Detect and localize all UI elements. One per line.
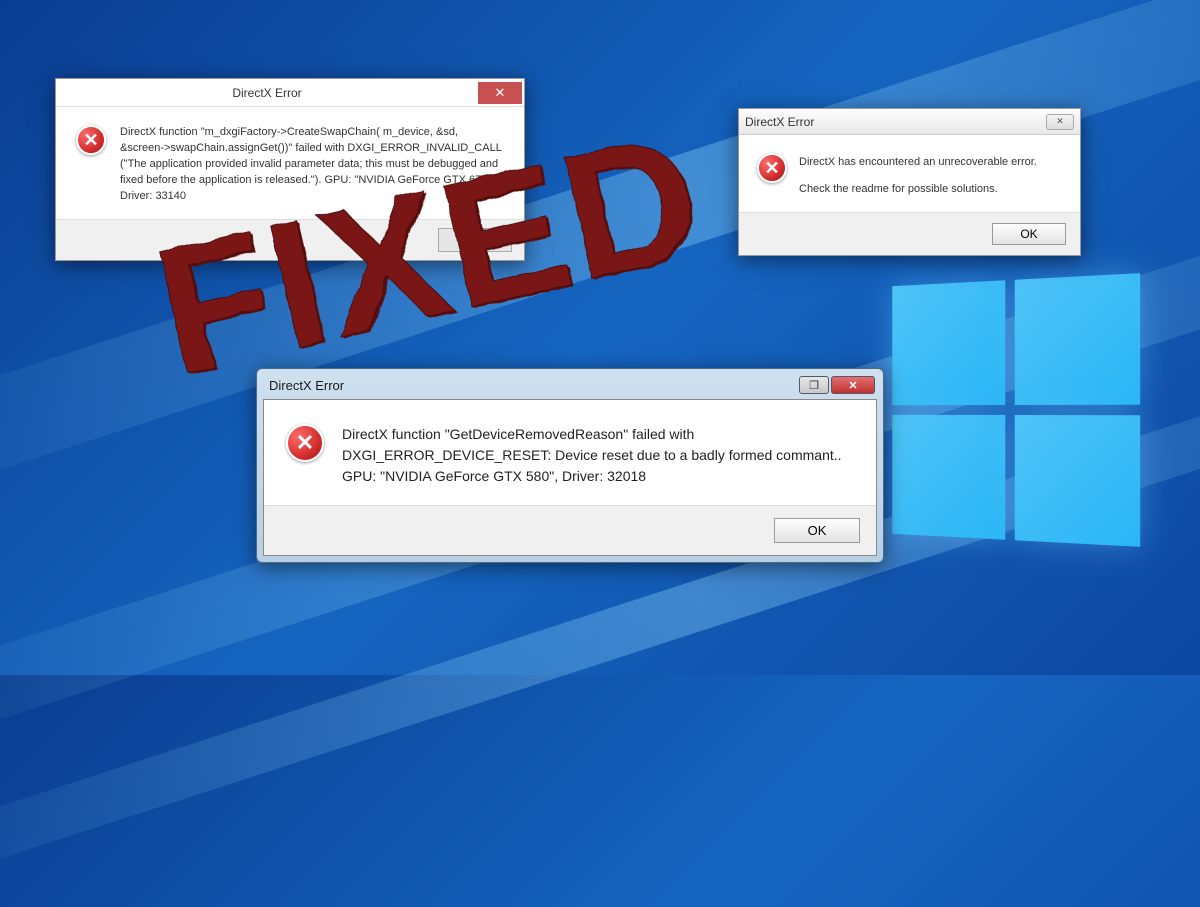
dialog-title: DirectX Error <box>269 378 797 393</box>
ok-button[interactable]: OK <box>992 223 1066 245</box>
windows-logo <box>892 273 1140 547</box>
titlebar[interactable]: DirectX Error ✕ <box>56 79 524 107</box>
error-line-2: Check the readme for possible solutions. <box>799 180 1037 199</box>
error-line-1: DirectX has encountered an unrecoverable… <box>799 153 1037 172</box>
dialog-title: DirectX Error <box>745 115 1046 129</box>
error-message: DirectX function "GetDeviceRemovedReason… <box>342 424 854 487</box>
ok-button[interactable]: OK <box>438 228 512 252</box>
titlebar[interactable]: DirectX Error ❐ ✕ <box>263 375 877 399</box>
dialog-title: DirectX Error <box>56 86 478 100</box>
close-button[interactable]: ✕ <box>478 82 522 104</box>
error-icon: ✕ <box>76 125 106 155</box>
maximize-button[interactable]: ❐ <box>799 376 829 394</box>
error-icon: ✕ <box>757 153 787 183</box>
directx-error-dialog-1: DirectX Error ✕ ✕ DirectX function "m_dx… <box>55 78 525 261</box>
titlebar[interactable]: DirectX Error ✕ <box>739 109 1080 135</box>
ok-button[interactable]: OK <box>774 518 860 543</box>
error-icon: ✕ <box>286 424 324 462</box>
directx-error-dialog-2: DirectX Error ✕ ✕ DirectX has encountere… <box>738 108 1081 256</box>
error-message: DirectX has encountered an unrecoverable… <box>799 153 1037 198</box>
directx-error-dialog-3: DirectX Error ❐ ✕ ✕ DirectX function "Ge… <box>256 368 884 563</box>
close-button[interactable]: ✕ <box>831 376 875 394</box>
error-message: DirectX function "m_dxgiFactory->CreateS… <box>120 125 504 205</box>
close-button[interactable]: ✕ <box>1046 114 1074 130</box>
